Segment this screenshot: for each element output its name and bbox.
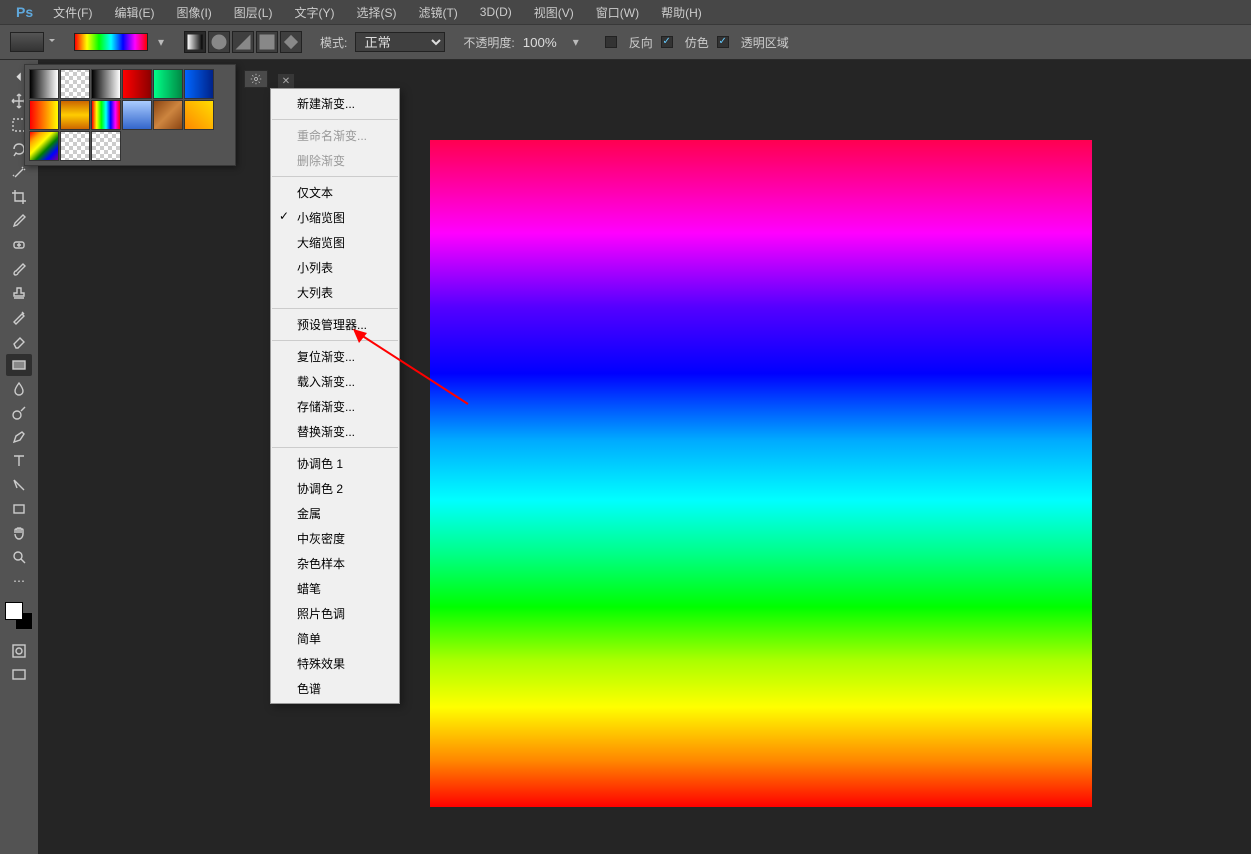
- blur-tool[interactable]: [6, 378, 32, 400]
- ctx-item-载入渐变[interactable]: 载入渐变...: [271, 369, 399, 394]
- edit-toolbar-icon[interactable]: ⋯: [6, 570, 32, 592]
- ps-logo: Ps: [8, 4, 41, 20]
- mode-label: 模式:: [320, 34, 347, 51]
- dodge-tool[interactable]: [6, 402, 32, 424]
- reverse-checkbox[interactable]: [605, 36, 617, 48]
- quickmask-icon[interactable]: [6, 640, 32, 662]
- ctx-item-替换渐变[interactable]: 替换渐变...: [271, 419, 399, 444]
- ctx-item-协调色1[interactable]: 协调色 1: [271, 451, 399, 476]
- menu-filter[interactable]: 滤镜(T): [408, 1, 467, 24]
- dither-label: 仿色: [685, 34, 709, 51]
- gradient-reflected-button[interactable]: [256, 31, 278, 53]
- mode-select[interactable]: 正常: [355, 32, 445, 52]
- brush-tool[interactable]: [6, 258, 32, 280]
- opacity-input[interactable]: [523, 35, 565, 50]
- ctx-item-删除渐变: 删除渐变: [271, 148, 399, 173]
- ctx-item-存储渐变[interactable]: 存储渐变...: [271, 394, 399, 419]
- options-bar: ▾ 模式: 正常 不透明度: ▾ 反向 仿色 透明区域: [0, 24, 1251, 60]
- gradient-preview[interactable]: [74, 33, 148, 51]
- transparency-checkbox[interactable]: [717, 36, 729, 48]
- menu-window[interactable]: 窗口(W): [586, 1, 649, 24]
- gradient-type-group: [184, 31, 302, 53]
- gradient-linear-button[interactable]: [184, 31, 206, 53]
- ctx-item-小缩览图[interactable]: 小缩览图: [271, 205, 399, 230]
- reverse-label: 反向: [629, 34, 653, 51]
- gradient-radial-button[interactable]: [208, 31, 230, 53]
- ctx-item-小列表[interactable]: 小列表: [271, 255, 399, 280]
- ctx-item-预设管理器[interactable]: 预设管理器...: [271, 312, 399, 337]
- menu-help[interactable]: 帮助(H): [651, 1, 712, 24]
- rectangle-tool[interactable]: [6, 498, 32, 520]
- type-tool[interactable]: [6, 450, 32, 472]
- document-tab-close[interactable]: ✕: [278, 74, 294, 88]
- menu-layer[interactable]: 图层(L): [224, 1, 283, 24]
- gradient-preset-13[interactable]: [60, 131, 90, 161]
- screenmode-icon[interactable]: [6, 664, 32, 686]
- dither-checkbox[interactable]: [661, 36, 673, 48]
- menu-type[interactable]: 文字(Y): [284, 1, 344, 24]
- ctx-item-大列表[interactable]: 大列表: [271, 280, 399, 305]
- ctx-item-重命名渐变: 重命名渐变...: [271, 123, 399, 148]
- ctx-item-新建渐变[interactable]: 新建渐变...: [271, 91, 399, 116]
- ctx-item-照片色调[interactable]: 照片色调: [271, 601, 399, 626]
- heal-tool[interactable]: [6, 234, 32, 256]
- gradient-dropdown-icon[interactable]: ▾: [156, 35, 166, 49]
- gradient-preset-panel: [24, 64, 236, 166]
- crop-tool[interactable]: [6, 186, 32, 208]
- gradient-preset-10[interactable]: [153, 100, 183, 130]
- gradient-preset-3[interactable]: [122, 69, 152, 99]
- zoom-tool[interactable]: [6, 546, 32, 568]
- menubar: Ps 文件(F) 编辑(E) 图像(I) 图层(L) 文字(Y) 选择(S) 滤…: [0, 0, 1251, 24]
- ctx-item-仅文本[interactable]: 仅文本: [271, 180, 399, 205]
- menu-image[interactable]: 图像(I): [166, 1, 221, 24]
- gradient-preset-1[interactable]: [60, 69, 90, 99]
- gradient-preset-7[interactable]: [60, 100, 90, 130]
- ctx-item-协调色2[interactable]: 协调色 2: [271, 476, 399, 501]
- foreground-color[interactable]: [5, 602, 23, 620]
- menu-file[interactable]: 文件(F): [43, 1, 102, 24]
- gradient-tool[interactable]: [6, 354, 32, 376]
- path-tool[interactable]: [6, 474, 32, 496]
- workspace: ✕: [38, 60, 1251, 854]
- tool-preset-picker[interactable]: [10, 32, 44, 52]
- gradient-preset-4[interactable]: [153, 69, 183, 99]
- opacity-label: 不透明度:: [463, 34, 514, 51]
- transparency-label: 透明区域: [741, 34, 789, 51]
- stamp-tool[interactable]: [6, 282, 32, 304]
- ctx-item-蜡笔[interactable]: 蜡笔: [271, 576, 399, 601]
- menu-3d[interactable]: 3D(D): [470, 2, 522, 22]
- hand-tool[interactable]: [6, 522, 32, 544]
- gradient-preset-5[interactable]: [184, 69, 214, 99]
- gradient-preset-14[interactable]: [91, 131, 121, 161]
- menu-select[interactable]: 选择(S): [346, 1, 406, 24]
- gradient-preset-9[interactable]: [122, 100, 152, 130]
- gradient-preset-0[interactable]: [29, 69, 59, 99]
- ctx-item-大缩览图[interactable]: 大缩览图: [271, 230, 399, 255]
- gradient-preset-2[interactable]: [91, 69, 121, 99]
- gradient-diamond-button[interactable]: [280, 31, 302, 53]
- ctx-item-复位渐变[interactable]: 复位渐变...: [271, 344, 399, 369]
- gear-icon[interactable]: [244, 70, 268, 88]
- menu-edit[interactable]: 编辑(E): [104, 1, 164, 24]
- gradient-preset-11[interactable]: [184, 100, 214, 130]
- canvas[interactable]: [430, 140, 1092, 807]
- ctx-item-特殊效果[interactable]: 特殊效果: [271, 651, 399, 676]
- gradient-preset-8[interactable]: [91, 100, 121, 130]
- gradient-preset-6[interactable]: [29, 100, 59, 130]
- ctx-item-简单[interactable]: 简单: [271, 626, 399, 651]
- gradient-preset-12[interactable]: [29, 131, 59, 161]
- ctx-item-色谱[interactable]: 色谱: [271, 676, 399, 701]
- history-brush-tool[interactable]: [6, 306, 32, 328]
- gradient-angle-button[interactable]: [232, 31, 254, 53]
- eyedropper-tool[interactable]: [6, 210, 32, 232]
- toolbar: ⏴ ⋯: [0, 60, 38, 854]
- color-swatches[interactable]: [5, 602, 33, 630]
- pen-tool[interactable]: [6, 426, 32, 448]
- eraser-tool[interactable]: [6, 330, 32, 352]
- menu-view[interactable]: 视图(V): [524, 1, 584, 24]
- ctx-item-中灰密度[interactable]: 中灰密度: [271, 526, 399, 551]
- context-menu: 新建渐变... 重命名渐变...删除渐变仅文本小缩览图大缩览图小列表大列表预设管理…: [270, 88, 400, 704]
- ctx-item-杂色样本[interactable]: 杂色样本: [271, 551, 399, 576]
- ctx-item-金属[interactable]: 金属: [271, 501, 399, 526]
